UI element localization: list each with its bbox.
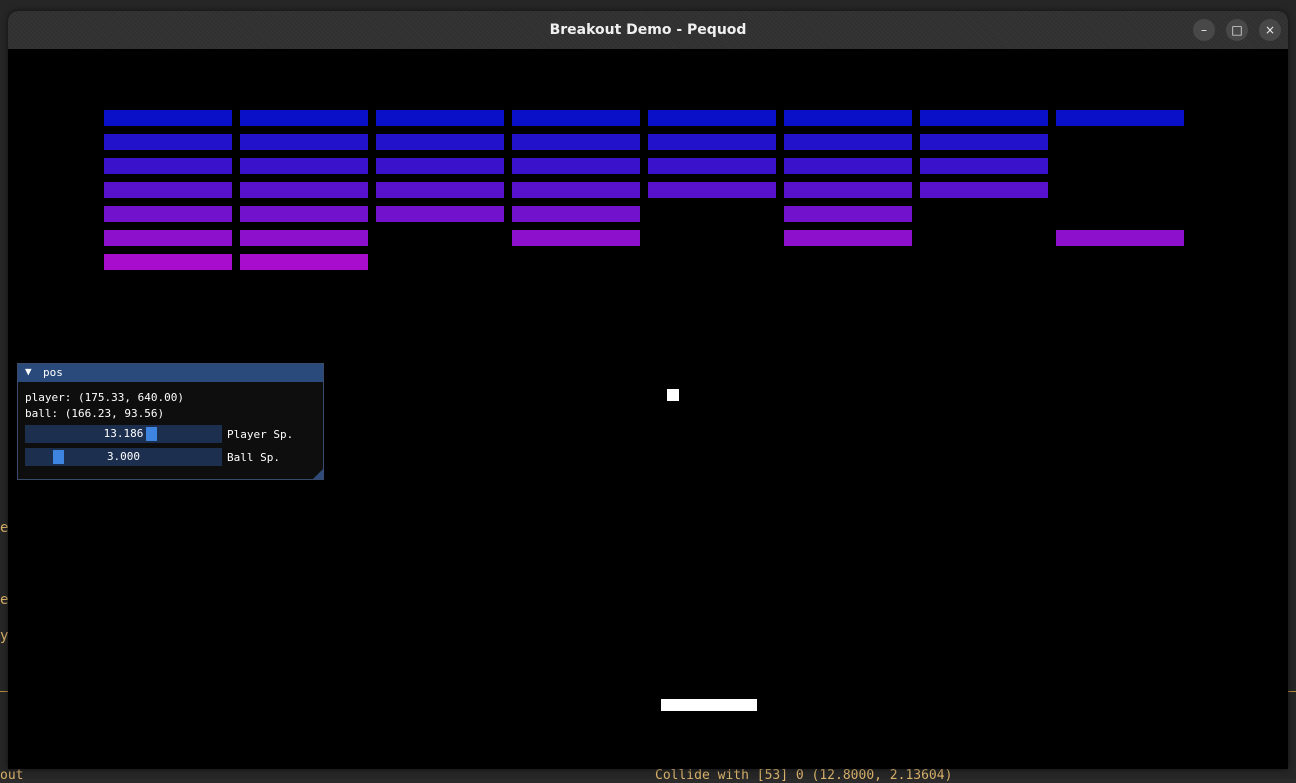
brick — [104, 158, 232, 174]
brick — [240, 182, 368, 198]
brick — [240, 110, 368, 126]
brick — [240, 230, 368, 246]
brick — [512, 134, 640, 150]
bg-terminal-fragment: out — [0, 768, 24, 783]
brick — [784, 206, 912, 222]
brick — [784, 230, 912, 246]
collapse-arrow-icon[interactable]: ▼ — [25, 365, 32, 378]
title-bar[interactable]: Breakout Demo - Pequod – □ × — [8, 11, 1288, 49]
minimize-button[interactable]: – — [1193, 19, 1215, 41]
brick — [648, 110, 776, 126]
debug-panel-title-bar[interactable]: ▼ pos — [18, 364, 323, 382]
brick — [1056, 110, 1184, 126]
maximize-button[interactable]: □ — [1226, 19, 1248, 41]
brick — [512, 158, 640, 174]
player-speed-value: 13.186 — [103, 427, 144, 440]
window-title: Breakout Demo - Pequod — [549, 22, 747, 38]
brick — [376, 134, 504, 150]
brick — [240, 254, 368, 270]
brick — [376, 158, 504, 174]
bg-terminal-divider — [1288, 691, 1296, 692]
bg-terminal-fragment: Collide with [53] 0 (12.8000, 2.13604) — [655, 768, 953, 783]
brick — [104, 230, 232, 246]
close-button[interactable]: × — [1259, 19, 1281, 41]
brick — [240, 206, 368, 222]
ball-speed-slider[interactable]: 3.000 — [25, 448, 222, 466]
ball-speed-label: Ball Sp. — [227, 451, 280, 464]
brick — [240, 134, 368, 150]
brick — [104, 110, 232, 126]
brick — [376, 206, 504, 222]
brick — [512, 110, 640, 126]
brick — [784, 182, 912, 198]
resize-grip-icon[interactable] — [313, 469, 323, 479]
brick — [512, 182, 640, 198]
brick — [104, 182, 232, 198]
brick — [104, 206, 232, 222]
brick — [376, 182, 504, 198]
game-canvas[interactable]: ▼ pos player: (175.33, 640.00) ball: (16… — [8, 49, 1288, 769]
brick — [784, 158, 912, 174]
brick — [920, 158, 1048, 174]
brick — [648, 134, 776, 150]
player-position-text: player: (175.33, 640.00) — [25, 391, 184, 404]
ball-position-text: ball: (166.23, 93.56) — [25, 407, 165, 420]
brick — [104, 134, 232, 150]
brick — [648, 158, 776, 174]
player-speed-slider[interactable]: 13.186 — [25, 425, 222, 443]
brick — [104, 254, 232, 270]
brick — [920, 110, 1048, 126]
brick — [648, 182, 776, 198]
ball — [667, 389, 679, 401]
brick — [376, 110, 504, 126]
debug-panel[interactable]: ▼ pos player: (175.33, 640.00) ball: (16… — [17, 363, 324, 480]
brick — [240, 158, 368, 174]
game-window: Breakout Demo - Pequod – □ × ▼ pos playe… — [8, 11, 1288, 769]
brick — [784, 110, 912, 126]
ball-speed-value: 3.000 — [106, 450, 141, 463]
brick — [920, 134, 1048, 150]
brick — [512, 230, 640, 246]
bg-terminal-divider — [0, 691, 8, 692]
brick — [512, 206, 640, 222]
brick — [920, 182, 1048, 198]
player-speed-label: Player Sp. — [227, 428, 294, 441]
brick — [1056, 230, 1184, 246]
brick — [784, 134, 912, 150]
player-paddle — [661, 699, 757, 711]
debug-panel-title: pos — [43, 366, 63, 379]
